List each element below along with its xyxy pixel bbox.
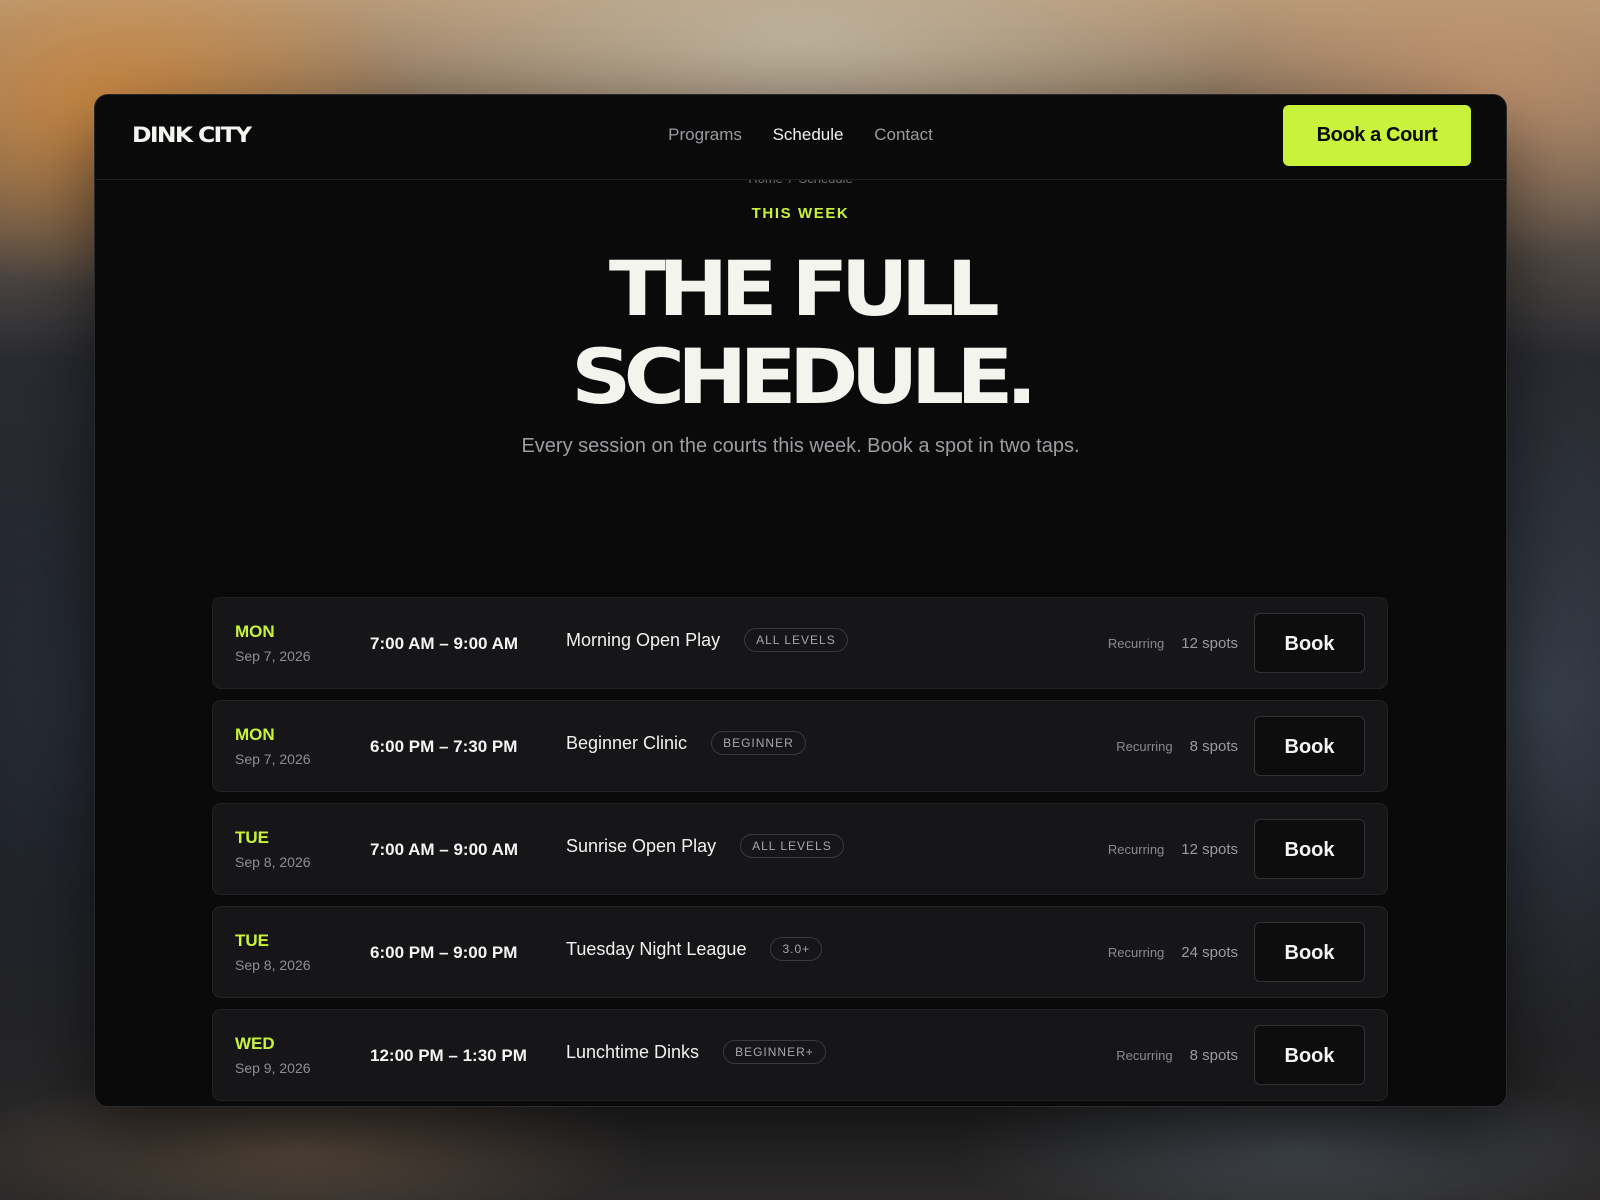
recurring-label: Recurring (1116, 1047, 1173, 1063)
session-day: MON (235, 725, 275, 744)
session-date: Sep 7, 2026 (235, 648, 311, 664)
session-day: TUE (235, 828, 269, 847)
session-row: MON Sep 7, 2026 7:00 AM – 9:00 AM Mornin… (212, 597, 1388, 689)
schedule-list: MON Sep 7, 2026 7:00 AM – 9:00 AM Mornin… (212, 597, 1388, 1106)
session-actions: Recurring 8 spots Book (1116, 716, 1365, 776)
level-badge: BEGINNER+ (723, 1040, 826, 1064)
page-title: THE FULL SCHEDULE. (95, 245, 1506, 421)
session-info: Beginner Clinic BEGINNER (566, 731, 806, 755)
session-day: WED (235, 1034, 275, 1053)
page-title-line-2: SCHEDULE. (571, 332, 1037, 421)
page-title-line-1: THE FULL (608, 244, 1000, 333)
recurring-label: Recurring (1107, 635, 1165, 651)
level-badge: ALL LEVELS (740, 834, 844, 858)
book-button[interactable]: Book (1254, 1025, 1365, 1085)
level-badge: BEGINNER (711, 731, 806, 755)
session-time: 6:00 PM – 9:00 PM (370, 943, 518, 962)
session-row: WED Sep 9, 2026 12:00 PM – 1:30 PM Lunch… (212, 1009, 1388, 1101)
session-time: 7:00 AM – 9:00 AM (370, 840, 519, 859)
session-title: Sunrise Open Play (566, 835, 717, 856)
section-eyebrow: THIS WEEK (751, 205, 850, 222)
session-actions: Recurring 12 spots Book (1108, 819, 1365, 879)
top-nav: DINK CITY Programs Schedule Contact Book… (95, 95, 1506, 180)
session-title: Lunchtime Dinks (566, 1041, 700, 1062)
session-actions: Recurring 8 spots Book (1116, 1025, 1365, 1085)
spots-count: 8 spots (1189, 737, 1238, 755)
session-row: MON Sep 7, 2026 6:00 PM – 7:30 PM Beginn… (212, 700, 1388, 792)
book-button[interactable]: Book (1254, 613, 1365, 673)
session-date: Sep 8, 2026 (235, 957, 311, 973)
recurring-label: Recurring (1116, 738, 1173, 754)
browser-window: DINK CITY Programs Schedule Contact Book… (94, 94, 1507, 1107)
session-date: Sep 8, 2026 (235, 854, 311, 870)
page-subtitle: Every session on the courts this week. B… (521, 435, 1080, 457)
session-time: 12:00 PM – 1:30 PM (370, 1046, 527, 1065)
session-actions: Recurring 12 spots Book (1108, 613, 1365, 673)
session-row: TUE Sep 8, 2026 7:00 AM – 9:00 AM Sunris… (212, 803, 1388, 895)
spots-count: 12 spots (1181, 840, 1238, 858)
recurring-label: Recurring (1107, 841, 1165, 857)
spots-count: 8 spots (1189, 1046, 1238, 1064)
level-badge: ALL LEVELS (744, 628, 848, 652)
session-time: 6:00 PM – 7:30 PM (370, 737, 518, 756)
recurring-label: Recurring (1107, 944, 1165, 960)
session-info: Tuesday Night League 3.0+ (566, 937, 823, 961)
spots-count: 12 spots (1181, 634, 1238, 652)
spots-count: 24 spots (1181, 943, 1238, 961)
nav-link-schedule[interactable]: Schedule (773, 125, 844, 145)
nav-link-contact[interactable]: Contact (874, 125, 933, 145)
book-button[interactable]: Book (1254, 819, 1365, 879)
session-day: TUE (235, 931, 269, 950)
session-date: Sep 7, 2026 (235, 751, 311, 767)
session-row: TUE Sep 8, 2026 6:00 PM – 9:00 PM Tuesda… (212, 906, 1388, 998)
session-title: Tuesday Night League (566, 938, 747, 959)
session-title: Morning Open Play (566, 629, 721, 650)
book-button[interactable]: Book (1254, 716, 1365, 776)
level-badge: 3.0+ (770, 937, 823, 961)
session-info: Sunrise Open Play ALL LEVELS (566, 834, 844, 858)
session-title: Beginner Clinic (566, 732, 688, 753)
book-button[interactable]: Book (1254, 922, 1365, 982)
session-day: MON (235, 622, 275, 641)
session-date: Sep 9, 2026 (235, 1060, 311, 1076)
session-info: Lunchtime Dinks BEGINNER+ (566, 1040, 826, 1064)
book-a-court-button[interactable]: Book a Court (1283, 105, 1471, 166)
session-actions: Recurring 24 spots Book (1108, 922, 1365, 982)
session-time: 7:00 AM – 9:00 AM (370, 634, 519, 653)
nav-link-programs[interactable]: Programs (668, 125, 742, 145)
session-info: Morning Open Play ALL LEVELS (566, 628, 848, 652)
